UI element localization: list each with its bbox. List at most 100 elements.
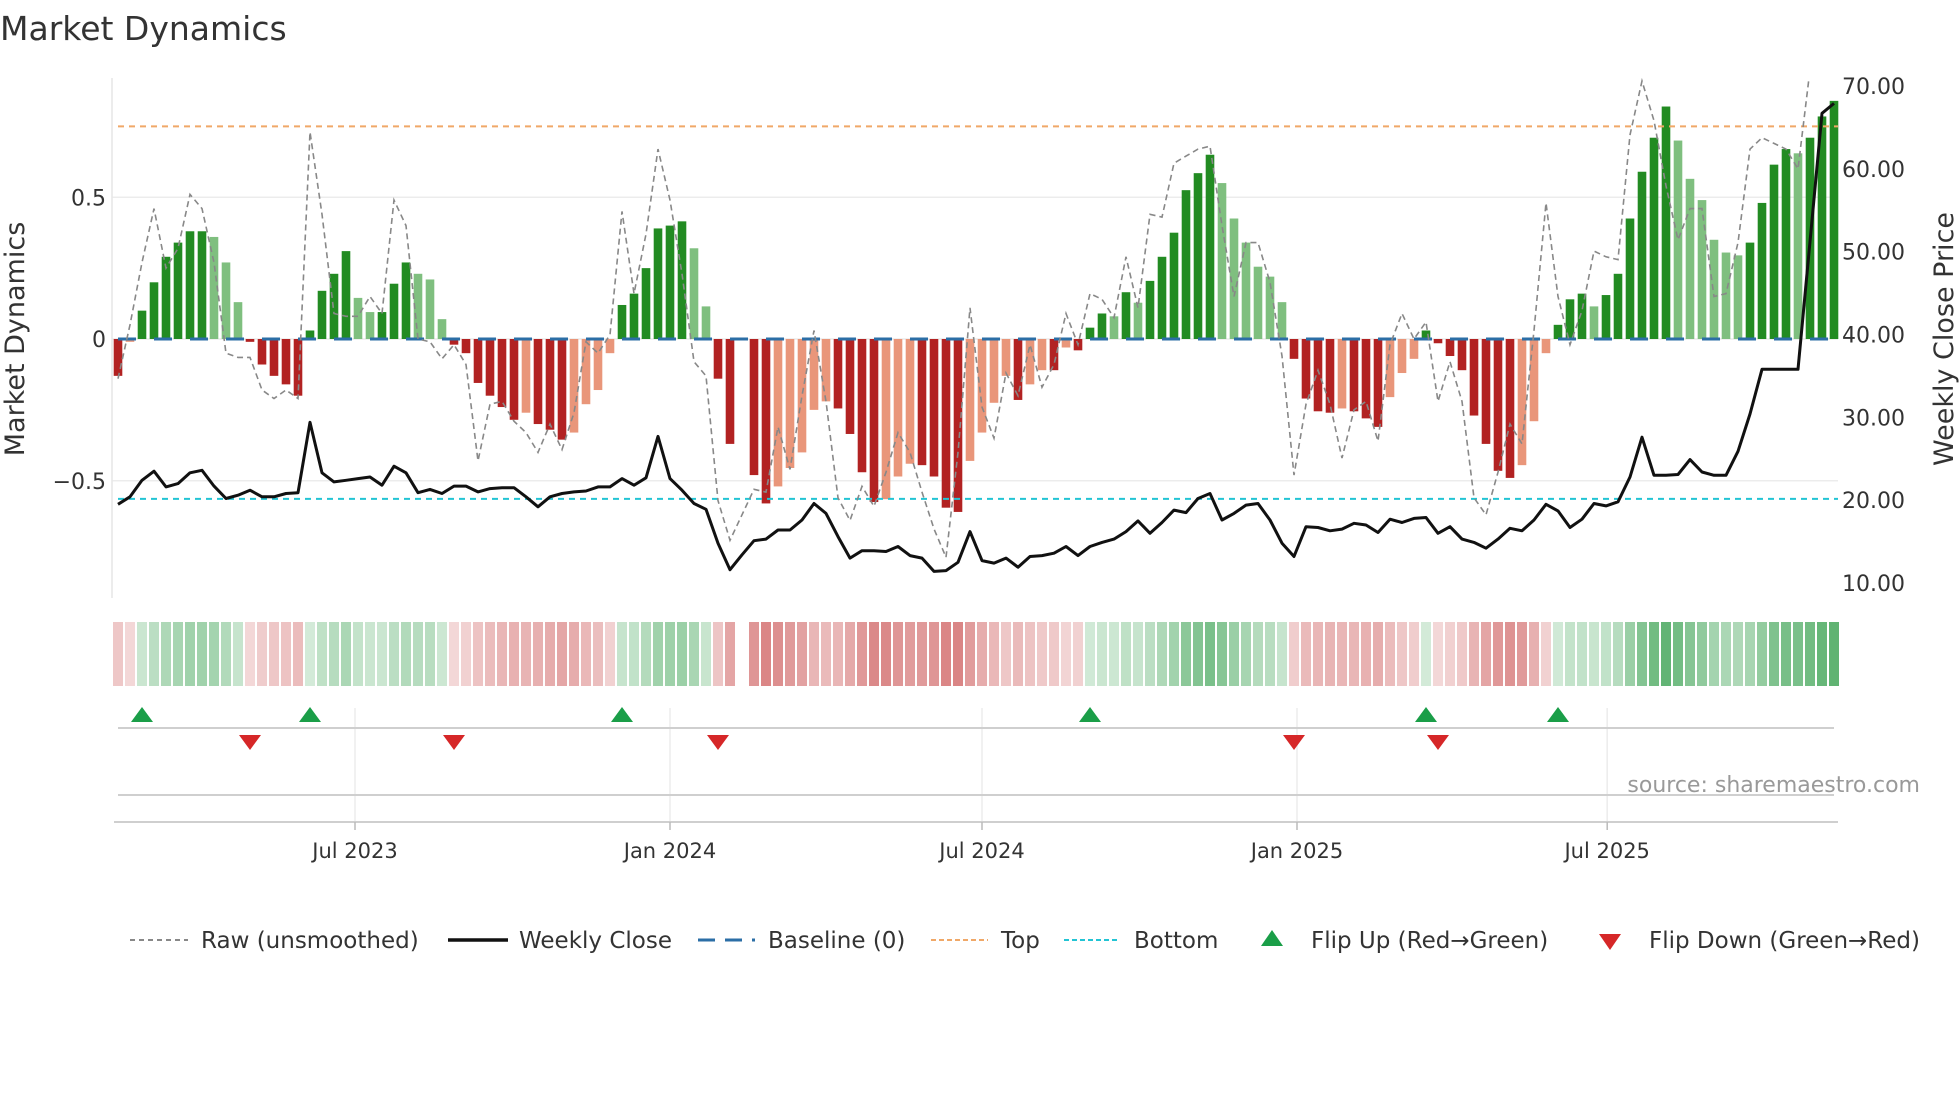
dynamics-bar — [617, 304, 627, 339]
flip-up-marker — [1079, 707, 1101, 722]
dynamics-bar — [401, 262, 411, 339]
strip-cell — [1805, 622, 1815, 686]
strip-cell — [1337, 622, 1347, 686]
strip-cell — [185, 622, 195, 686]
dynamics-bar — [257, 339, 267, 365]
strip-cell — [1529, 622, 1539, 686]
strip-cell — [137, 622, 147, 686]
dynamics-bar — [1637, 171, 1647, 339]
strip-cell — [725, 622, 735, 686]
legend-item-weekly-close: Weekly Close — [448, 928, 672, 954]
strip-cell — [581, 622, 591, 686]
flip-down-triangle-icon — [1599, 934, 1621, 950]
strip-cell — [1709, 622, 1719, 686]
dynamics-bar — [701, 306, 711, 339]
dynamics-bar — [1145, 280, 1155, 339]
legend-item-bottom: Bottom — [1064, 928, 1218, 954]
dynamics-bar — [665, 225, 675, 339]
dynamics-bar — [1457, 339, 1467, 371]
strip-cell — [1001, 622, 1011, 686]
legend-label: Top — [1000, 928, 1040, 954]
dynamics-bar — [1589, 306, 1599, 339]
strip-cell — [1793, 622, 1803, 686]
strip-cell — [869, 622, 879, 686]
left-axis-title: Market Dynamics — [0, 222, 31, 457]
dynamics-bar — [1313, 339, 1323, 412]
dynamics-bar — [1205, 154, 1215, 339]
strip-cell — [1817, 622, 1827, 686]
strip-cell — [521, 622, 531, 686]
dynamics-bar — [1721, 252, 1731, 339]
strip-cell — [1565, 622, 1575, 686]
dynamics-bar — [437, 319, 447, 339]
strip-cell — [1193, 622, 1203, 686]
strip-cell — [1253, 622, 1263, 686]
strip-cell — [1349, 622, 1359, 686]
strip-cell — [749, 622, 759, 686]
strip-cell — [677, 622, 687, 686]
strip-cell — [1061, 622, 1071, 686]
strip-cell — [1517, 622, 1527, 686]
chart-title: Market Dynamics — [0, 9, 287, 48]
dynamics-bar — [1001, 339, 1011, 376]
strip-cell — [1073, 622, 1083, 686]
dynamics-bar — [593, 339, 603, 391]
strip-cell — [593, 622, 603, 686]
strip-cell — [365, 622, 375, 686]
dynamics-bar — [581, 339, 591, 405]
strip-cell — [1025, 622, 1035, 686]
dynamics-bar — [1673, 140, 1683, 339]
raw-unsmoothed-line — [117, 78, 1810, 561]
dynamics-bar — [857, 339, 867, 473]
flip-down-marker — [707, 735, 729, 750]
strip-cell — [425, 622, 435, 686]
strip-cell — [1385, 622, 1395, 686]
flip-panel: Jul 2023 Jan 2024 Jul 2024 Jan 2025 Jul 2025 — [114, 707, 1838, 863]
dynamics-bar — [941, 339, 951, 508]
strip-cell — [1097, 622, 1107, 686]
strip-cell — [629, 622, 639, 686]
x-tick-label: Jul 2023 — [310, 839, 397, 863]
strip-cell — [689, 622, 699, 686]
dynamics-bar — [1649, 137, 1659, 339]
x-gridlines — [354, 708, 1608, 822]
strip-cell — [413, 622, 423, 686]
dynamics-bar — [1781, 149, 1791, 339]
dynamics-bar — [1121, 292, 1131, 339]
legend-label: Raw (unsmoothed) — [201, 928, 419, 954]
dynamics-bar — [473, 339, 483, 383]
legend-label: Bottom — [1134, 928, 1218, 954]
dynamics-bar — [389, 283, 399, 339]
strip-cell — [569, 622, 579, 686]
dynamics-bar — [1373, 339, 1383, 427]
strip-cell — [473, 622, 483, 686]
dynamics-bar — [281, 339, 291, 385]
strip-cell — [1169, 622, 1179, 686]
strip-cell — [1457, 622, 1467, 686]
dynamics-bar — [1409, 339, 1419, 359]
y2-tick-label: 20.00 — [1842, 489, 1905, 514]
strip-cell — [1661, 622, 1671, 686]
dynamics-bar — [1613, 273, 1623, 339]
legend-label: Weekly Close — [519, 928, 672, 954]
dynamics-bar — [1217, 183, 1227, 339]
strip-cell — [761, 622, 771, 686]
strip-cell — [713, 622, 723, 686]
strip-cell — [605, 622, 615, 686]
dynamics-bar — [173, 242, 183, 339]
dynamics-bar — [377, 312, 387, 339]
flip-up-triangle-icon — [1261, 930, 1283, 946]
x-tick-label: Jul 2024 — [937, 839, 1024, 863]
dynamics-bar — [689, 248, 699, 339]
dynamics-bar — [137, 310, 147, 339]
strip-cell — [461, 622, 471, 686]
dynamics-bar — [353, 297, 363, 339]
x-axis-ticks: Jul 2023 Jan 2024 Jul 2024 Jan 2025 Jul 2025 — [310, 822, 1650, 863]
strip-cell — [641, 622, 651, 686]
strip-cell — [1685, 622, 1695, 686]
strip-cell — [1589, 622, 1599, 686]
dynamics-bar — [893, 339, 903, 477]
strip-cell — [1493, 622, 1503, 686]
strip-cell — [701, 622, 711, 686]
strip-cell — [305, 622, 315, 686]
